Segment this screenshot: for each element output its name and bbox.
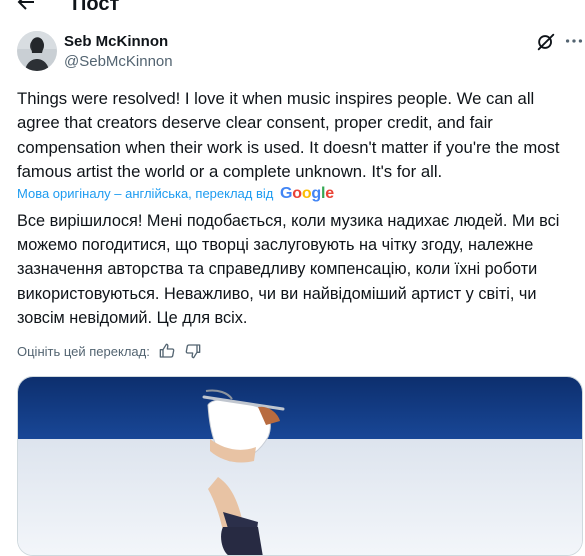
translation-notice[interactable]: Мова оригіналу – англійська, переклад ві… — [17, 185, 334, 203]
arrow-left-icon[interactable] — [14, 0, 38, 14]
translation-notice-text: Мова оригіналу – англійська, переклад ві… — [17, 186, 274, 201]
top-bar: Пост — [0, 0, 585, 22]
tweet-media-image[interactable] — [17, 376, 583, 556]
tweet-text: Things were resolved! I love it when mus… — [17, 89, 560, 181]
rate-translation-label: Оцініть цей переклад: — [17, 344, 150, 359]
google-logo: Google — [280, 185, 334, 202]
author-display-name[interactable]: Seb McKinnon — [64, 33, 168, 51]
avatar-image — [17, 31, 57, 71]
more-horizontal-icon[interactable] — [563, 30, 585, 52]
rate-translation: Оцініть цей переклад: — [17, 343, 201, 361]
author-handle[interactable]: @SebMcKinnon — [64, 53, 173, 71]
avatar[interactable] — [17, 31, 57, 71]
page-title: Пост — [72, 0, 120, 15]
figure-skater-photo — [18, 377, 582, 555]
thumbs-up-icon[interactable] — [159, 343, 175, 359]
translated-text: Все вирішилося! Мені подобається, коли м… — [17, 212, 560, 327]
thumbs-down-icon[interactable] — [185, 343, 201, 359]
grok-icon[interactable] — [535, 31, 557, 53]
